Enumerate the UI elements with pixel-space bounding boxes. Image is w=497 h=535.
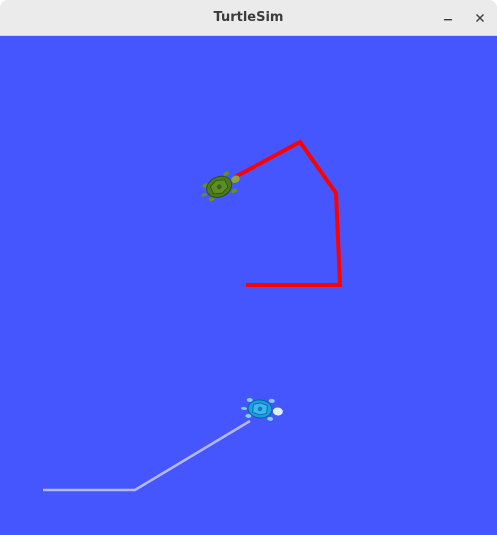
- turtlesim-window: TurtleSim: [0, 0, 497, 535]
- close-icon: [476, 14, 484, 22]
- close-button[interactable]: [468, 6, 492, 30]
- turtlesim-canvas: [0, 36, 497, 535]
- turtlesim-drawing: [0, 36, 497, 535]
- window-title: TurtleSim: [213, 10, 284, 25]
- minimize-icon: [444, 19, 452, 21]
- minimize-button[interactable]: [436, 6, 460, 30]
- title-bar[interactable]: TurtleSim: [0, 0, 497, 36]
